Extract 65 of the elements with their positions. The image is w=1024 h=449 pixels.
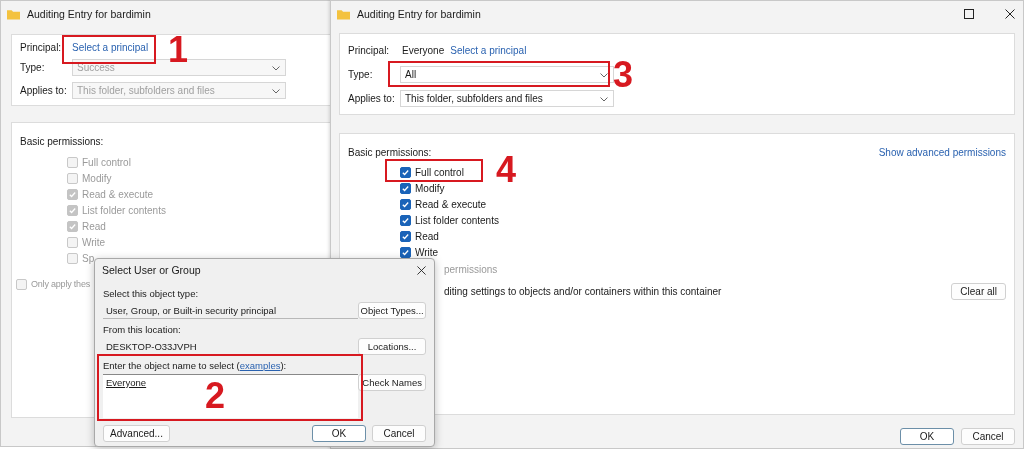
ok-button[interactable]: OK	[900, 428, 954, 445]
check-names-button[interactable]: Check Names	[358, 374, 426, 391]
step-number: 3	[613, 57, 634, 93]
step-number: 2	[205, 378, 226, 414]
checkbox-label: Modify	[415, 182, 445, 194]
window-title: Auditing Entry for bardimin	[27, 8, 151, 20]
checkbox-label: Full control	[82, 156, 131, 168]
clear-all-button[interactable]: Clear all	[951, 283, 1006, 300]
ok-button[interactable]: OK	[312, 425, 366, 442]
field-label: Applies to:	[348, 93, 394, 104]
checkbox[interactable]	[400, 246, 411, 258]
cancel-button[interactable]: Cancel	[961, 428, 1015, 445]
field-label: Select this object type:	[103, 288, 200, 299]
location-field: DESKTOP-O33JVPH	[103, 338, 359, 355]
chevron-down-icon	[272, 66, 280, 71]
folder-icon	[7, 8, 20, 20]
checkbox-label: Modify	[82, 172, 112, 184]
field-label: From this location:	[103, 324, 182, 335]
checkbox-label: List folder contents	[415, 214, 499, 226]
section-label: Basic permissions:	[348, 147, 432, 158]
checkbox-label: Read & execute	[415, 198, 487, 210]
chevron-down-icon	[272, 89, 280, 94]
checkbox-label: Sp	[82, 252, 95, 264]
checkbox-label: Read	[415, 230, 439, 242]
folder-icon	[337, 8, 350, 20]
field-label: Applies to:	[20, 85, 66, 96]
checkbox-label: Write	[82, 236, 106, 248]
chevron-down-icon	[600, 97, 608, 102]
checkbox[interactable]	[400, 166, 411, 178]
checkbox-label: diting settings to objects and/or containers within this container	[444, 286, 723, 297]
close-icon[interactable]	[417, 265, 426, 275]
field-label: Principal:	[20, 42, 63, 53]
principal-name: Everyone	[402, 45, 445, 56]
field-label: Type:	[20, 62, 46, 73]
field-label: Type:	[348, 69, 374, 80]
select-principal-link[interactable]: Select a principal	[72, 42, 149, 53]
checkbox[interactable]	[400, 198, 411, 210]
checkbox-label: Only apply thes	[31, 279, 91, 289]
checkbox[interactable]	[400, 230, 411, 242]
select-principal-link[interactable]: Select a principal	[450, 45, 527, 56]
type-dropdown[interactable]: All	[400, 66, 614, 83]
chevron-down-icon	[600, 73, 608, 78]
object-types-button[interactable]: Object Types...	[358, 302, 426, 319]
checkbox[interactable]	[400, 182, 411, 194]
advanced-button[interactable]: Advanced...	[103, 425, 170, 442]
cancel-button[interactable]: Cancel	[372, 425, 426, 442]
checkbox-label: Read	[82, 220, 106, 232]
object-type-field: User, Group, or Built-in security principal	[103, 302, 359, 319]
show-advanced-link[interactable]: Show advanced permissions	[878, 147, 1006, 158]
applies-to-dropdown[interactable]: This folder, subfolders and files	[400, 90, 614, 107]
checkbox-label: Full control	[415, 166, 464, 178]
checkbox-label: permissions	[444, 264, 499, 275]
maximize-icon[interactable]	[964, 9, 974, 19]
checkbox[interactable]	[400, 214, 411, 226]
locations-button[interactable]: Locations...	[358, 338, 426, 355]
field-label: Enter the object name to select (examples):	[103, 360, 288, 371]
section-label: Basic permissions:	[20, 136, 105, 147]
field-label: Principal:	[348, 45, 391, 56]
checkbox-label: List folder contents	[82, 204, 166, 216]
checkbox-label: Write	[415, 246, 439, 258]
window-title: Auditing Entry for bardimin	[357, 8, 481, 20]
checkbox-label: Read & execute	[82, 188, 154, 200]
dialog-title: Select User or Group	[102, 264, 201, 276]
close-icon[interactable]	[1005, 9, 1015, 19]
step-number: 4	[496, 152, 517, 188]
